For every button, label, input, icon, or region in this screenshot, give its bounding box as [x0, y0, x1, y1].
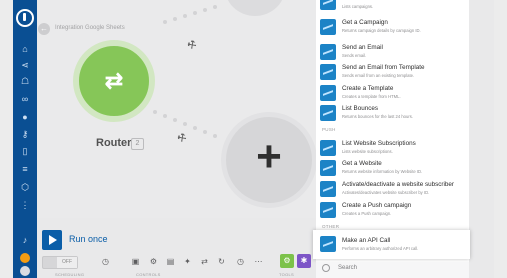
connector-dot — [173, 118, 177, 122]
section-header-other: OTHER — [322, 224, 340, 229]
sendpulse-icon — [320, 0, 336, 10]
connector-dot — [163, 114, 167, 118]
router-arrows-icon: ⇄ — [104, 68, 124, 93]
item-desc: Activates/deactivates website subscriber… — [342, 190, 430, 195]
notification-badge[interactable] — [20, 253, 30, 263]
connector-dot — [213, 134, 217, 138]
cube-icon[interactable]: ⬡ — [19, 181, 31, 193]
device-icon[interactable]: ▯ — [19, 145, 31, 157]
section-header-push: PUSH — [322, 127, 336, 132]
connector-dot — [183, 122, 187, 126]
more-icon[interactable]: ⋮ — [19, 199, 31, 211]
more-options-icon[interactable]: ⋯ — [253, 256, 264, 267]
scenario-title: Integration Google Sheets — [55, 25, 125, 31]
router-node[interactable]: ⇄ — [73, 40, 155, 122]
globe-icon[interactable]: ● — [19, 111, 31, 123]
key-icon[interactable]: ⚷ — [19, 128, 31, 140]
list-item[interactable]: List Bounces Returns bounces for the las… — [316, 101, 469, 126]
item-desc: Creates a template from HTML. — [342, 94, 401, 99]
plus-icon: + — [256, 132, 282, 181]
run-once-label[interactable]: Run once — [69, 234, 108, 244]
item-title: List Bounces — [342, 105, 379, 112]
toggle-state-label: OFF — [57, 257, 77, 268]
bell-icon[interactable]: ♪ — [19, 234, 31, 246]
connector-dot — [153, 110, 157, 114]
item-desc: Returns bounces for the last 24 hours. — [342, 114, 413, 119]
item-desc: Lists website subscriptions. — [342, 149, 393, 154]
sendpulse-icon — [320, 202, 336, 218]
sendpulse-icon — [320, 160, 336, 176]
database-icon[interactable]: ≡ — [19, 163, 31, 175]
search-label: Search — [338, 265, 358, 271]
run-once-button[interactable] — [42, 230, 62, 250]
list-item[interactable]: Get a Campaign Returns campaign details … — [316, 15, 469, 40]
search-icon — [322, 264, 330, 272]
scheduling-toggle[interactable]: OFF — [42, 256, 78, 269]
make-api-call-item[interactable]: Make an API Call Performs an arbitrary a… — [313, 230, 470, 259]
list-item[interactable]: Create a Push campaign Creates a Push ca… — [316, 198, 469, 223]
item-desc: Creates a Push campaign. — [342, 211, 392, 216]
add-module-node[interactable]: + — [221, 112, 317, 208]
item-title: Send an Email from Template — [342, 64, 425, 71]
connector-dot — [213, 5, 217, 9]
connector-dot — [193, 126, 197, 130]
item-title: Get a Website — [342, 160, 382, 167]
sendpulse-icon — [320, 64, 336, 80]
item-desc: Sends email from an existing template. — [342, 73, 415, 78]
search-bar[interactable]: Search — [316, 262, 469, 278]
item-title: Make an API Call — [342, 237, 391, 244]
bottom-toolbar — [37, 218, 327, 278]
share-icon[interactable]: ⋖ — [19, 59, 31, 71]
item-title: Activate/deactivate a website subscriber — [342, 181, 455, 188]
sidebar: ⌂ ⋖ ☖ ∞ ● ⚷ ▯ ≡ ⬡ ⋮ ♪ — [13, 0, 37, 278]
home-icon[interactable]: ⌂ — [19, 43, 31, 55]
controls-label: CONTROLS — [136, 272, 161, 277]
item-title: Create a Push campaign — [342, 202, 412, 209]
connector-dot — [173, 17, 177, 21]
sendpulse-icon — [320, 236, 336, 252]
connector-dot — [183, 14, 187, 18]
settings-icon[interactable]: ⚙ — [148, 256, 159, 267]
item-desc: Performs an arbitrary authorized API cal… — [342, 246, 419, 251]
sendpulse-icon — [320, 140, 336, 156]
app-frame: ⌂ ⋖ ☖ ∞ ● ⚷ ▯ ≡ ⬡ ⋮ ♪ ← Integration Goog… — [13, 0, 494, 278]
logo-icon[interactable] — [16, 9, 34, 27]
item-desc: Lists campaigns. — [342, 4, 374, 9]
sendpulse-icon — [320, 105, 336, 121]
back-arrow-icon[interactable]: ← — [38, 23, 50, 35]
connector-dot — [163, 20, 167, 24]
item-desc: Sends email. — [342, 53, 367, 58]
router-id-badge: 2 — [131, 138, 144, 150]
router-label: Router — [96, 137, 132, 149]
scheduling-label: SCHEDULING — [55, 272, 85, 277]
save-icon[interactable]: ▣ — [130, 256, 141, 267]
item-title: Create a Template — [342, 85, 394, 92]
flow-icon[interactable]: ↻ — [216, 256, 227, 267]
tools-icon[interactable]: ⚙ — [280, 254, 294, 268]
sendpulse-icon — [320, 19, 336, 35]
clock-icon[interactable]: ◷ — [100, 256, 111, 267]
item-title: Get a Campaign — [342, 19, 388, 26]
connector-dot — [193, 11, 197, 15]
magic-icon[interactable]: ✦ — [182, 256, 193, 267]
item-desc: Returns campaign details by campaign ID. — [342, 28, 421, 33]
flow-control-icon[interactable]: ✱ — [297, 254, 311, 268]
avatar[interactable] — [20, 266, 30, 276]
connector-dot — [203, 130, 207, 134]
item-title: List Website Subscriptions — [342, 140, 416, 147]
item-title: Send an Email — [342, 44, 383, 51]
list-item[interactable]: Lists campaigns. — [316, 0, 469, 15]
link-icon[interactable]: ∞ — [19, 93, 31, 105]
tools-label: TOOLS — [279, 272, 294, 277]
notes-icon[interactable]: ▤ — [165, 256, 176, 267]
item-desc: Returns website information by Website I… — [342, 169, 423, 174]
history-icon[interactable]: ◷ — [235, 256, 246, 267]
team-icon[interactable]: ☖ — [19, 75, 31, 87]
align-icon[interactable]: ⇄ — [199, 256, 210, 267]
connector-dot — [203, 8, 207, 12]
sendpulse-icon — [320, 181, 336, 197]
sendpulse-icon — [320, 44, 336, 60]
sendpulse-icon — [320, 85, 336, 101]
